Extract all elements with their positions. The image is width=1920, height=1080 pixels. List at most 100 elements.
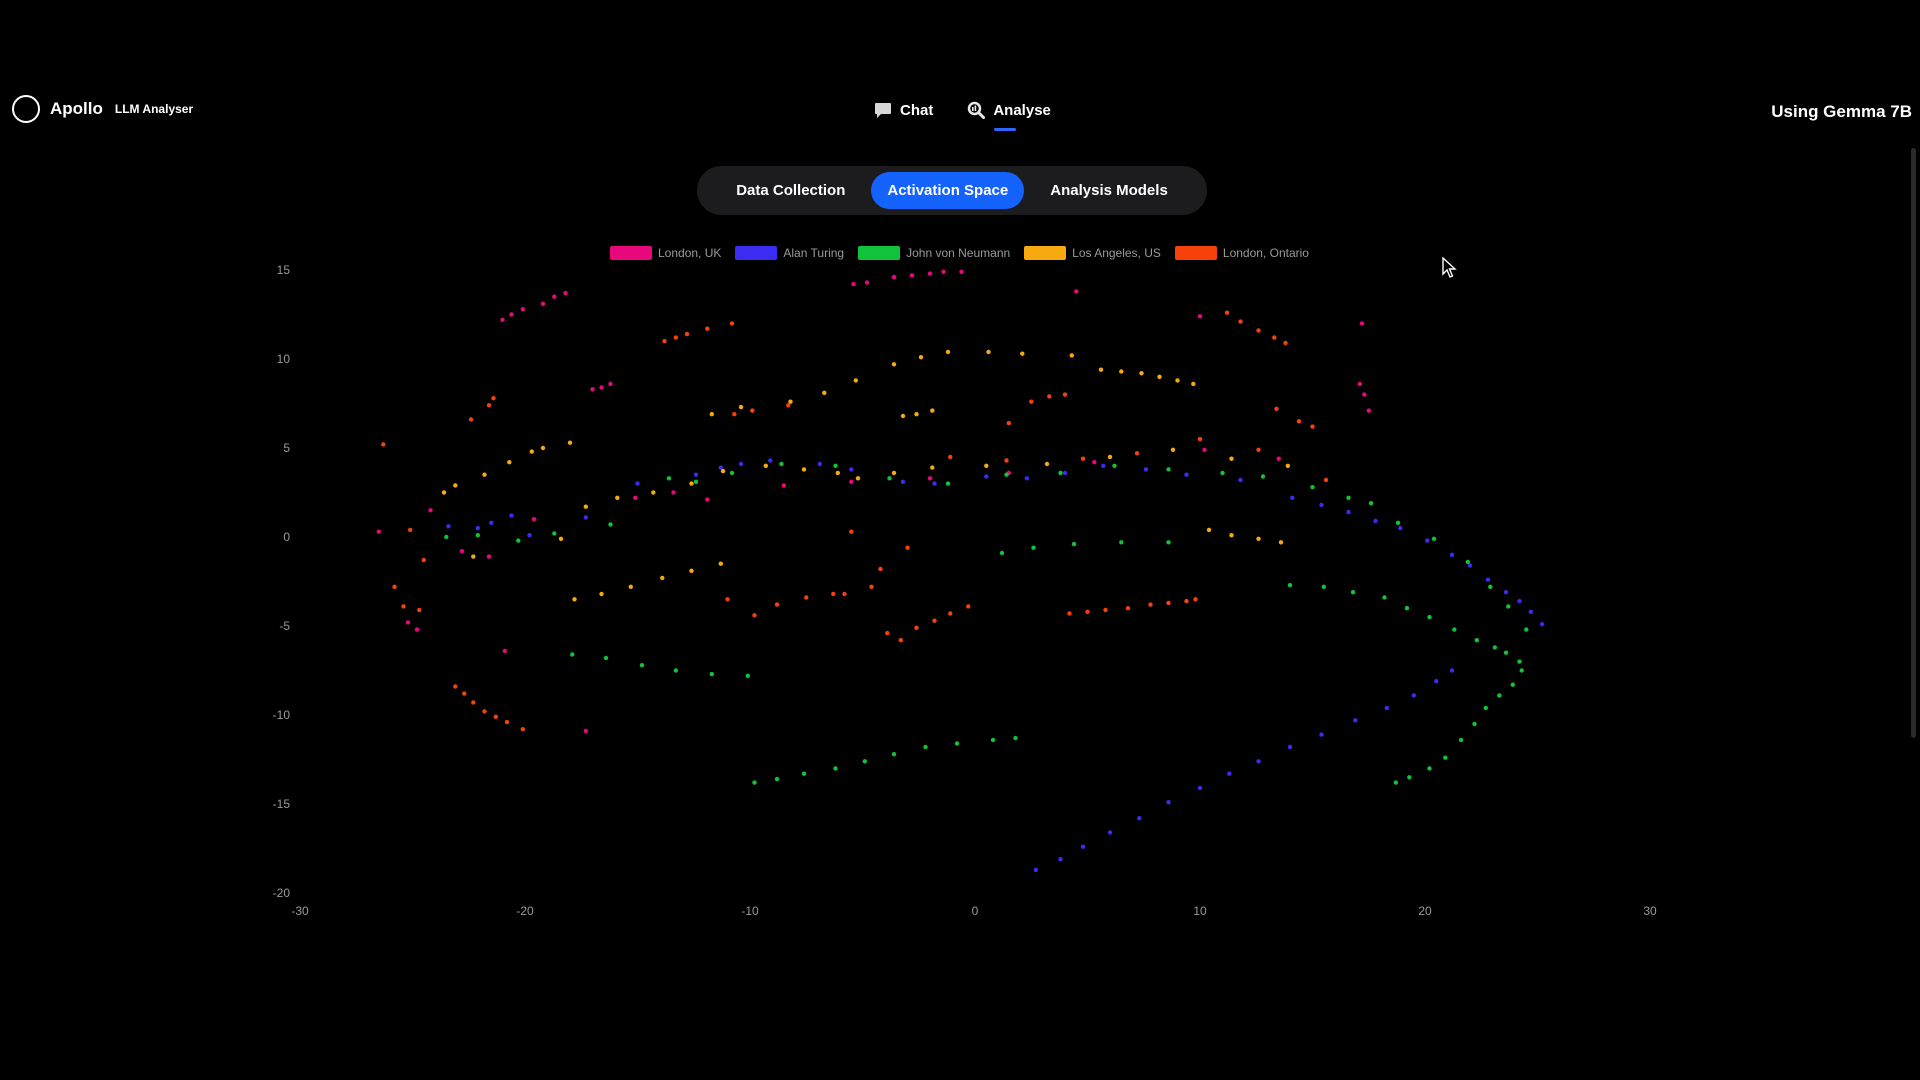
data-point[interactable]: [1528, 609, 1534, 614]
data-point[interactable]: [475, 533, 480, 538]
data-point[interactable]: [738, 461, 744, 467]
data-point[interactable]: [414, 627, 420, 632]
data-point[interactable]: [671, 490, 676, 495]
data-point[interactable]: [1497, 693, 1502, 698]
data-point[interactable]: [471, 700, 476, 705]
data-point[interactable]: [482, 472, 487, 477]
data-point[interactable]: [1443, 755, 1448, 760]
data-point[interactable]: [1357, 381, 1363, 387]
data-point[interactable]: [471, 554, 476, 559]
data-point[interactable]: [898, 638, 903, 643]
data-point[interactable]: [1256, 447, 1261, 452]
data-point[interactable]: [1323, 477, 1329, 483]
data-point[interactable]: [468, 417, 474, 422]
data-point[interactable]: [500, 317, 505, 322]
data-point[interactable]: [453, 684, 458, 689]
data-point[interactable]: [401, 604, 406, 609]
data-point[interactable]: [1062, 470, 1068, 476]
data-point[interactable]: [725, 597, 730, 602]
data-point[interactable]: [849, 479, 854, 484]
data-point[interactable]: [509, 513, 514, 518]
data-point[interactable]: [905, 545, 910, 550]
data-point[interactable]: [1319, 502, 1324, 508]
data-point[interactable]: [531, 517, 537, 522]
data-point[interactable]: [948, 454, 953, 460]
data-point[interactable]: [984, 474, 989, 479]
data-point[interactable]: [408, 527, 413, 533]
data-point[interactable]: [1024, 476, 1030, 481]
data-point[interactable]: [786, 403, 791, 408]
data-point[interactable]: [1353, 718, 1358, 723]
data-point[interactable]: [509, 312, 514, 317]
data-point[interactable]: [984, 463, 989, 468]
data-point[interactable]: [520, 727, 525, 732]
data-point[interactable]: [1362, 392, 1367, 397]
data-point[interactable]: [599, 591, 604, 597]
data-point[interactable]: [932, 481, 937, 486]
data-point[interactable]: [986, 349, 991, 355]
data-point[interactable]: [1175, 378, 1180, 383]
data-point[interactable]: [835, 470, 840, 476]
data-point[interactable]: [1047, 394, 1052, 399]
data-point[interactable]: [1404, 606, 1410, 611]
data-point[interactable]: [1098, 367, 1104, 372]
data-point[interactable]: [1184, 598, 1189, 604]
data-point[interactable]: [999, 550, 1005, 556]
data-point[interactable]: [1452, 627, 1457, 632]
data-point[interactable]: [1062, 392, 1068, 397]
data-point[interactable]: [1229, 533, 1234, 538]
data-point[interactable]: [1256, 759, 1261, 764]
data-point[interactable]: [851, 282, 856, 287]
data-point[interactable]: [583, 504, 588, 509]
data-point[interactable]: [959, 269, 964, 274]
data-point[interactable]: [1143, 467, 1149, 472]
data-point[interactable]: [666, 476, 672, 481]
data-point[interactable]: [1393, 780, 1399, 785]
data-point[interactable]: [1319, 732, 1324, 737]
data-point[interactable]: [914, 625, 919, 630]
data-point[interactable]: [608, 381, 613, 387]
data-point[interactable]: [1139, 371, 1144, 376]
data-point[interactable]: [945, 481, 951, 486]
data-point[interactable]: [572, 597, 577, 602]
data-point[interactable]: [529, 449, 534, 454]
data-point[interactable]: [1058, 470, 1063, 476]
data-point[interactable]: [1366, 408, 1372, 413]
data-point[interactable]: [1184, 472, 1189, 477]
data-point[interactable]: [1166, 540, 1171, 545]
data-point[interactable]: [590, 387, 595, 392]
data-point[interactable]: [1157, 374, 1162, 379]
data-point[interactable]: [486, 403, 492, 408]
data-point[interactable]: [684, 331, 690, 337]
data-point[interactable]: [732, 412, 737, 417]
data-point[interactable]: [862, 759, 867, 764]
data-point[interactable]: [966, 604, 971, 609]
data-point[interactable]: [608, 522, 613, 527]
data-point[interactable]: [1029, 399, 1034, 404]
data-point[interactable]: [930, 465, 935, 470]
data-point[interactable]: [1395, 520, 1401, 525]
data-point[interactable]: [1431, 536, 1437, 541]
data-point[interactable]: [1373, 518, 1378, 524]
data-point[interactable]: [801, 771, 807, 776]
data-point[interactable]: [750, 408, 755, 413]
data-point[interactable]: [1125, 606, 1131, 611]
data-point[interactable]: [615, 495, 620, 500]
data-point[interactable]: [1197, 785, 1203, 791]
data-point[interactable]: [446, 524, 451, 529]
data-point[interactable]: [1283, 340, 1288, 346]
data-point[interactable]: [1524, 627, 1529, 632]
data-point[interactable]: [1434, 679, 1439, 684]
data-point[interactable]: [1031, 545, 1036, 550]
data-point[interactable]: [930, 408, 935, 413]
data-point[interactable]: [662, 339, 667, 344]
data-point[interactable]: [516, 538, 521, 543]
data-point[interactable]: [1238, 477, 1243, 483]
data-point[interactable]: [1472, 721, 1477, 727]
data-point[interactable]: [1296, 419, 1302, 424]
data-point[interactable]: [1238, 319, 1243, 324]
data-point[interactable]: [891, 274, 897, 280]
data-point[interactable]: [801, 467, 807, 472]
data-point[interactable]: [849, 467, 854, 472]
data-point[interactable]: [693, 479, 699, 484]
